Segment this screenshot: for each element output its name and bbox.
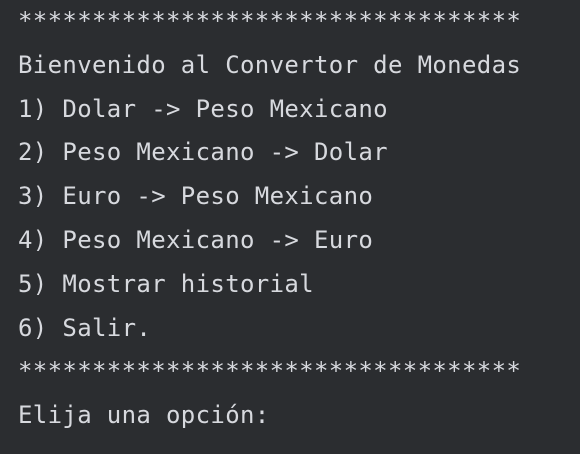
console-output: ********************************** Bienv… (0, 0, 580, 454)
menu-option-4: 4) Peso Mexicano -> Euro (18, 225, 374, 254)
menu-option-5: 5) Mostrar historial (18, 269, 314, 298)
menu-option-3: 3) Euro -> Peso Mexicano (18, 182, 374, 211)
menu-option-2: 2) Peso Mexicano -> Dolar (18, 138, 388, 167)
welcome-line: Bienvenido al Convertor de Monedas (18, 50, 522, 79)
bottom-border-line: ********************************** (18, 357, 522, 386)
menu-option-6: 6) Salir. (18, 313, 152, 342)
top-border-line: ********************************** (18, 7, 522, 35)
menu-option-1: 1) Dolar -> Peso Mexicano (18, 94, 388, 123)
input-prompt[interactable]: Elija una opción: (18, 394, 580, 438)
